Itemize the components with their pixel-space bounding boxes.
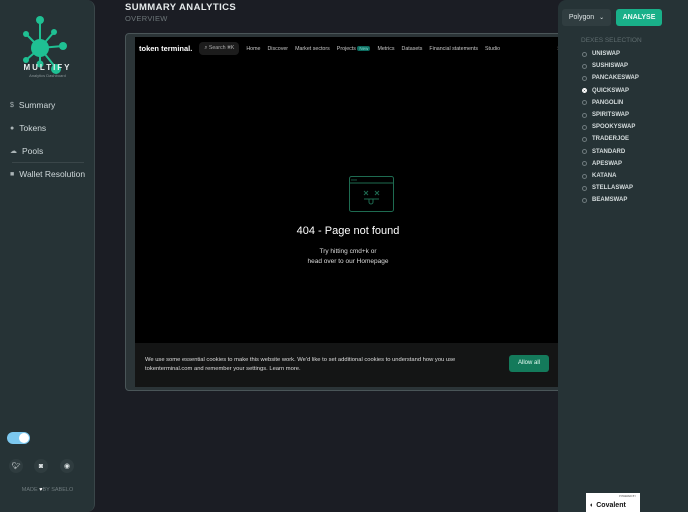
page-subtitle: OVERVIEW — [125, 14, 168, 23]
wallet-icon: ■ — [10, 170, 15, 178]
cloud-icon: ☁ — [10, 148, 17, 155]
embed-nav-link[interactable]: Studio — [485, 46, 500, 52]
cookie-banner: We use some essential cookies to make th… — [135, 343, 561, 387]
radio-icon[interactable] — [582, 112, 587, 118]
twitter-icon[interactable]: 🐦︎ — [9, 459, 23, 473]
analyse-button[interactable]: ANALYSE — [616, 9, 662, 26]
cookie-text: tokenterminal.com and remember your sett… — [145, 366, 301, 372]
dex-label: STELLASWAP — [592, 185, 634, 192]
dex-label: STANDARD — [592, 148, 626, 155]
radio-icon[interactable] — [582, 75, 587, 81]
embed-search[interactable]: ⌕ Search ⌘K — [199, 42, 240, 55]
dex-label: UNISWAP — [592, 51, 621, 57]
embed-nav-link[interactable]: Datasets — [402, 46, 423, 52]
sidebar-item-label: Wallet Resolution — [19, 169, 86, 179]
dex-label: SUSHISWAP — [592, 63, 629, 70]
embed-nav-link[interactable]: Home — [246, 46, 260, 52]
dex-radio-quickswap[interactable]: QUICKSWAP — [582, 88, 629, 94]
radio-icon[interactable] — [582, 51, 587, 57]
dex-label: PANGOLIN — [592, 99, 624, 106]
right-panel: Polygon ⌄ ANALYSE DEXES SELECTION UNISWAP… — [558, 0, 688, 512]
page-title: SUMMARY ANALYTICS — [125, 2, 237, 13]
dex-label: APESWAP — [592, 160, 623, 167]
sidebar-item-wallet-resolution[interactable]: ■ Wallet Resolution — [10, 169, 85, 179]
embed-nav-link[interactable]: Metrics — [377, 46, 394, 52]
sidebar: MULTIFY Analytics Dashboard $ Summary ● To… — [0, 0, 95, 512]
dex-radio-katana[interactable]: KATANA — [582, 173, 616, 179]
broken-window-icon — [349, 176, 394, 212]
dex-label: SPOOKYSWAP — [592, 124, 636, 131]
dex-radio-beamswap[interactable]: BEAMSWAP — [582, 197, 627, 203]
dex-label: SPIRITSWAP — [592, 112, 630, 118]
radio-icon[interactable] — [582, 149, 587, 155]
dex-radio-spiritswap[interactable]: SPIRITSWAP — [582, 112, 629, 118]
github-icon[interactable]: ◉ — [60, 459, 74, 473]
chevron-down-icon: ⌄ — [599, 15, 605, 21]
cookie-text: We use some essential cookies to make th… — [145, 357, 456, 363]
new-badge: New — [357, 45, 371, 51]
radio-icon[interactable] — [582, 88, 587, 94]
discord-icon[interactable]: ◙ — [34, 459, 48, 473]
sidebar-item-summary[interactable]: $ Summary — [10, 100, 55, 110]
embed-nav-link[interactable]: Financial statements — [429, 46, 478, 52]
dex-label: BEAMSWAP — [592, 197, 628, 204]
dex-label: PANCAKESWAP — [592, 75, 639, 82]
embed-nav-link[interactable]: Projects New — [337, 45, 371, 52]
error-title: 404 - Page not found — [296, 225, 400, 237]
error-text: Try hitting cmd+k or head over to our Hom… — [307, 248, 389, 265]
sidebar-item-label: Pools — [22, 146, 44, 156]
radio-icon[interactable] — [582, 185, 587, 191]
theme-toggle[interactable] — [7, 432, 30, 444]
embed-nav-link[interactable]: Discover — [267, 46, 288, 52]
dex-radio-spookyswap[interactable]: SPOOKYSWAP — [582, 124, 635, 130]
allow-all-button[interactable]: Allow all — [509, 355, 549, 372]
dex-radio-sushiswap[interactable]: SUSHISWAP — [582, 63, 628, 69]
dex-radio-traderjoe[interactable]: TRADERJOE — [582, 136, 629, 142]
sidebar-item-pools[interactable]: ☁ Pools — [10, 146, 43, 156]
dexes-heading: DEXES SELECTION — [581, 37, 642, 44]
dex-label: QUICKSWAP — [592, 87, 630, 94]
divider — [12, 162, 84, 163]
dex-radio-pangolin[interactable]: PANGOLIN — [582, 100, 623, 106]
dex-radio-stellaswap[interactable]: STELLASWAP — [582, 185, 633, 191]
dex-radio-pancakeswap[interactable]: PANCAKESWAP — [582, 75, 639, 81]
dex-radio-standard[interactable]: STANDARD — [582, 149, 625, 155]
radio-icon[interactable] — [582, 100, 587, 106]
radio-icon[interactable] — [582, 124, 587, 130]
covalent-badge[interactable]: POWERED BY ◖ Covalent — [586, 493, 640, 512]
network-select[interactable]: Polygon ⌄ — [562, 9, 611, 26]
covalent-logo-icon: ◖ — [589, 502, 594, 509]
made-by: MADE ♥BY SABELO — [21, 487, 74, 493]
dex-label: KATANA — [592, 173, 617, 179]
brand-tagline: Analytics Dashboard — [29, 73, 66, 78]
embed-nav: token terminal. ⌕ Search ⌘K Home Discove… — [135, 37, 561, 60]
radio-icon[interactable] — [582, 136, 587, 142]
coins-icon: ● — [10, 124, 15, 132]
radio-icon[interactable] — [582, 173, 587, 179]
embed-nav-link[interactable]: Market sectors — [295, 46, 330, 52]
sidebar-item-label: Tokens — [19, 123, 47, 133]
embed-logo[interactable]: token terminal. — [139, 44, 192, 53]
sidebar-item-tokens[interactable]: ● Tokens — [10, 123, 46, 133]
dex-radio-apeswap[interactable]: APESWAP — [582, 161, 622, 167]
dex-radio-uniswap[interactable]: UNISWAP — [582, 51, 620, 57]
radio-icon[interactable] — [582, 63, 587, 69]
radio-icon[interactable] — [582, 161, 587, 167]
brand-name: MULTIFY — [23, 63, 72, 72]
sidebar-item-label: Summary — [18, 100, 56, 110]
radio-icon[interactable] — [582, 197, 587, 203]
embedded-frame: token terminal. ⌕ Search ⌘K Home Discove… — [125, 33, 565, 391]
dollar-icon: $ — [10, 101, 14, 109]
dex-label: TRADERJOE — [592, 136, 630, 143]
